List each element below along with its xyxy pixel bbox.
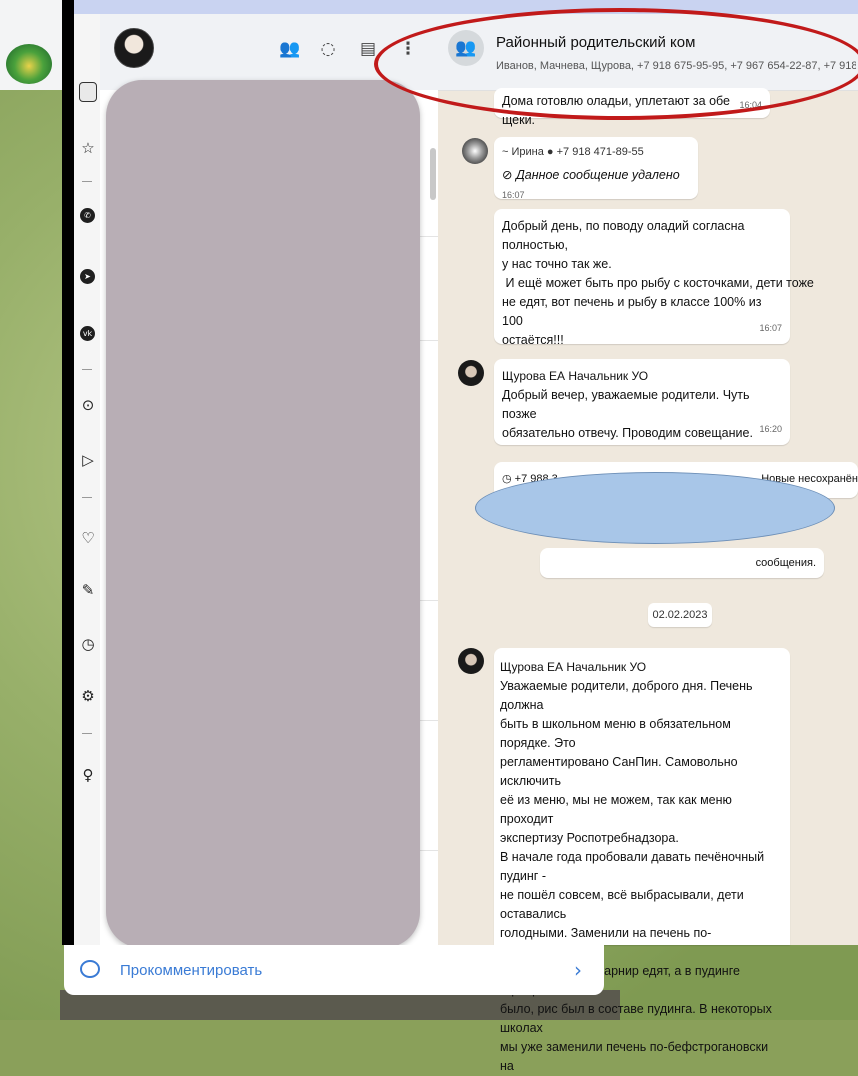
message-line: мы уже заменили печень по-бефстрогановск…	[500, 1040, 769, 1073]
sender-phone: +7 918 471-89-55	[556, 146, 644, 158]
vk-icon[interactable]: vk	[80, 326, 95, 341]
message-time: 16:07	[502, 190, 525, 200]
highlight-ring	[374, 8, 858, 120]
message-line: быть в школьном меню в обязательном поря…	[500, 717, 731, 750]
message-line: остаётся!!!	[502, 333, 564, 347]
message-line: не едят, вот печень и рыбу в классе 100%…	[502, 295, 762, 328]
divider	[420, 236, 438, 237]
clock-icon[interactable]: ◷	[78, 634, 98, 654]
heart-icon[interactable]: ♡	[78, 528, 98, 548]
deleted-icon: ⊘	[502, 168, 513, 182]
message-line: было, рис был в составе пудинга. В некот…	[500, 1002, 772, 1035]
telegram-icon[interactable]: ➤	[80, 269, 95, 284]
settings-icon[interactable]: ⚙	[78, 686, 98, 706]
window-top-strip	[74, 0, 858, 14]
message-text: Данное сообщение удалено	[515, 168, 680, 182]
date-separator: 02.02.2023	[648, 603, 712, 627]
lightbulb-icon[interactable]: ♀	[78, 765, 98, 785]
system-message[interactable]: сообщения.	[540, 548, 824, 578]
sender-name: ~ Ирина	[502, 146, 544, 158]
message-line: Уважаемые родители, доброго дня. Печень …	[500, 679, 753, 712]
scrollbar[interactable]	[430, 148, 436, 200]
site-logo	[6, 44, 52, 84]
redaction-overlay	[475, 472, 835, 544]
message-line: у нас точно так же.	[502, 257, 612, 271]
window-edge	[62, 0, 74, 945]
message-bubble[interactable]: Щурова ЕА Начальник УО Добрый вечер, ува…	[494, 359, 790, 445]
avatar[interactable]	[462, 138, 488, 164]
chat-bubble-icon: ●	[546, 146, 554, 158]
message-time: 16:20	[759, 424, 782, 434]
community-icon[interactable]: 👥	[278, 37, 302, 61]
whatsapp-icon[interactable]: ✆	[80, 208, 95, 223]
send-icon[interactable]: ▷	[78, 450, 98, 470]
chevron-right-icon[interactable]: ›	[574, 958, 582, 982]
redacted-chat-list	[106, 80, 420, 948]
sender-name: Щурова ЕА Начальник УО	[502, 369, 649, 383]
avatar[interactable]	[458, 360, 484, 386]
avatar[interactable]	[458, 648, 484, 674]
status-icon[interactable]: ◌	[316, 37, 340, 61]
clock-icon: ◷	[502, 473, 512, 485]
comment-icon[interactable]	[80, 960, 100, 978]
divider	[420, 720, 438, 721]
rail-divider	[82, 181, 92, 182]
message-line: не пошёл совсем, всё выбрасывали, дети о…	[500, 888, 744, 921]
avatar[interactable]	[114, 28, 154, 68]
edit-icon[interactable]: ✎	[78, 580, 98, 600]
message-line: регламентировано СанПин. Самовольно искл…	[500, 755, 738, 788]
divider	[420, 600, 438, 601]
comment-button[interactable]: Прокомментировать	[120, 962, 262, 979]
message-time: 16:07	[759, 323, 782, 333]
rail-divider	[82, 369, 92, 370]
home-icon[interactable]	[79, 82, 97, 102]
message-line: Добрый вечер, уважаемые родители. Чуть п…	[502, 388, 750, 421]
message-line: обязательно отвечу. Проводим совещание.	[502, 426, 753, 440]
rail-divider	[82, 733, 92, 734]
divider	[420, 340, 438, 341]
divider	[420, 850, 438, 851]
message-bubble[interactable]: ~ Ирина ● +7 918 471-89-55 ⊘ Данное сооб…	[494, 137, 698, 200]
message-line: Добрый день, по поводу оладий согласна п…	[502, 219, 745, 252]
message-line: её из меню, мы не можем, так как меню пр…	[500, 793, 732, 826]
message-line: И ещё может быть про рыбу с косточками, …	[502, 276, 814, 290]
message-line: В начале года пробовали давать печёночны…	[500, 850, 765, 883]
message-text: сообщения.	[755, 557, 816, 569]
message-line: экспертизу Роспотребнадзора.	[500, 831, 679, 845]
star-icon[interactable]: ☆	[78, 138, 98, 158]
message-bubble[interactable]: Щурова ЕА Начальник УО Уважаемые родител…	[494, 648, 790, 1073]
message-bubble[interactable]: Добрый день, по поводу оладий согласна п…	[494, 209, 814, 347]
play-icon[interactable]: ⊙	[78, 395, 98, 415]
rail-divider	[82, 497, 92, 498]
sender-name: Щурова ЕА Начальник УО	[500, 660, 647, 674]
